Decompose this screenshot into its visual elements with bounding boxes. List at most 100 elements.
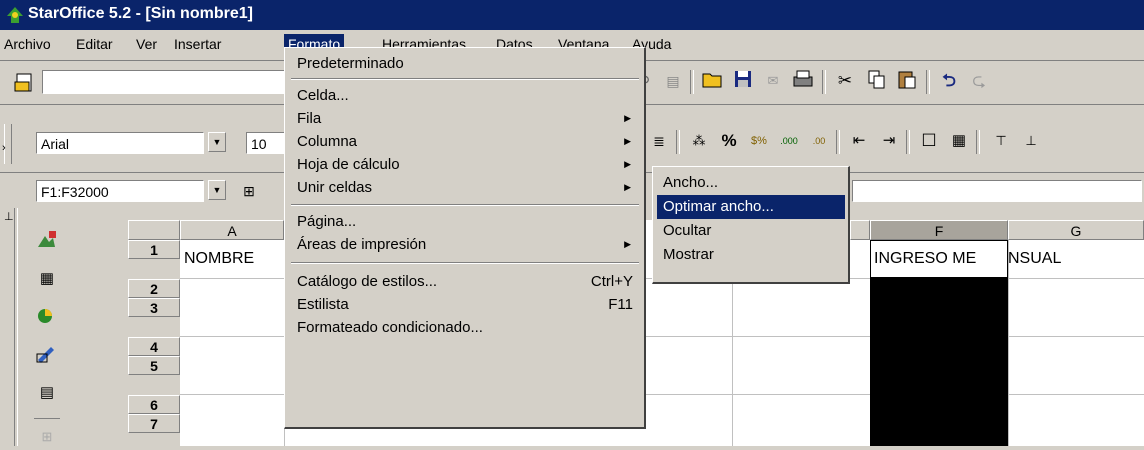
row-header-3[interactable]: 3 <box>128 298 180 317</box>
menu-item-formateado-condicionado[interactable]: Formateado condicionado... <box>289 316 641 339</box>
align-center-vertical-icon[interactable]: ⊥ <box>1018 128 1044 154</box>
window-title: StarOffice 5.2 - [Sin nombre1] <box>28 5 253 22</box>
row-header-1[interactable]: 1 <box>128 240 180 259</box>
save-icon[interactable] <box>730 68 756 94</box>
select-all-corner[interactable] <box>128 220 180 240</box>
staroffice-logo-icon <box>7 7 23 23</box>
url-input[interactable] <box>42 70 290 94</box>
menu-item-hoja-de-calculo[interactable]: Hoja de cálculo ▶ <box>289 153 641 176</box>
title-bar[interactable]: StarOffice 5.2 - [Sin nombre1] <box>0 0 1144 30</box>
menu-item-pagina[interactable]: Página... <box>289 210 641 233</box>
open-folder-icon[interactable] <box>700 68 726 94</box>
row-header-filler <box>128 375 180 395</box>
edit-file-icon[interactable]: ▤ <box>660 68 686 94</box>
expand-arrow-icon[interactable]: › <box>2 142 6 154</box>
row-header-2[interactable]: 2 <box>128 279 180 298</box>
name-box-input[interactable]: F1:F32000 <box>36 180 204 202</box>
cell-a1[interactable]: NOMBRE <box>184 250 254 268</box>
row-header-4[interactable]: 4 <box>128 337 180 356</box>
pin-icon[interactable]: ⊥ <box>4 210 14 223</box>
menu-separator <box>291 262 639 264</box>
form-functions-icon[interactable]: ▤ <box>34 380 60 406</box>
menu-item-predeterminado[interactable]: Predeterminado <box>289 52 641 75</box>
toolbar-separator <box>690 70 694 94</box>
menu-item-celda[interactable]: Celda... <box>289 84 641 107</box>
currency-format-icon[interactable]: ⁂ <box>686 128 712 154</box>
font-name-dropdown-button[interactable]: ▼ <box>208 132 226 152</box>
copy-icon[interactable] <box>864 68 890 94</box>
row-header-filler <box>128 317 180 337</box>
menu-archivo[interactable]: Archivo <box>0 34 55 54</box>
menu-editar[interactable]: Editar <box>72 34 117 54</box>
column-header-f[interactable]: F <box>870 220 1008 240</box>
borders-icon[interactable]: ☐ <box>916 128 942 154</box>
new-document-icon[interactable] <box>12 68 38 94</box>
show-draw-functions-icon[interactable] <box>34 342 60 368</box>
delete-decimal-icon[interactable]: .00 <box>806 128 832 154</box>
add-decimal-icon[interactable]: .000 <box>776 128 802 154</box>
menu-insertar[interactable]: Insertar <box>170 34 225 54</box>
background-color-icon[interactable]: ▦ <box>946 128 972 154</box>
menu-item-columna[interactable]: Columna ▶ <box>289 130 641 153</box>
navigator-toggle-icon[interactable]: ⊞ <box>236 178 262 204</box>
shortcut-label: Ctrl+Y <box>590 273 633 290</box>
name-box-dropdown-button[interactable]: ▼ <box>208 180 226 200</box>
font-name-input[interactable]: Arial <box>36 132 204 154</box>
row-header-5[interactable]: 5 <box>128 356 180 375</box>
decrease-indent-icon[interactable]: ⇤ <box>846 128 872 154</box>
row-header-filler <box>128 433 180 446</box>
toolbar-separator <box>926 70 930 94</box>
toolbar-separator <box>906 130 910 154</box>
column-header-a[interactable]: A <box>180 220 284 240</box>
undo-icon[interactable]: ⮌ <box>936 68 962 94</box>
submenu-item-optimar-ancho[interactable]: Optimar ancho... <box>657 195 845 219</box>
paste-icon[interactable] <box>894 68 920 94</box>
column-header-e[interactable] <box>850 220 870 240</box>
increase-indent-icon[interactable]: ⇥ <box>876 128 902 154</box>
side-toolbar-divider <box>14 208 18 446</box>
menu-separator <box>291 78 639 80</box>
menu-ver[interactable]: Ver <box>132 34 161 54</box>
row-header-filler <box>128 259 180 279</box>
shortcut-label: F11 <box>608 296 633 313</box>
submenu-item-mostrar[interactable]: Mostrar <box>657 243 845 267</box>
column-header-g[interactable]: G <box>1008 220 1144 240</box>
row-header-7[interactable]: 7 <box>128 414 180 433</box>
column-submenu: Ancho... Optimar ancho... Ocultar Mostra… <box>652 166 850 284</box>
redo-icon[interactable]: ⮎ <box>966 68 992 94</box>
menu-separator <box>291 204 639 206</box>
insert-icon[interactable] <box>34 228 60 254</box>
menu-item-estilista[interactable]: Estilista F11 <box>289 293 641 316</box>
menu-item-areas-de-impresion[interactable]: Áreas de impresión ▶ <box>289 233 641 256</box>
menu-item-unir-celdas[interactable]: Unir celdas ▶ <box>289 176 641 199</box>
toolbar-separator <box>836 130 840 154</box>
insert-object-icon[interactable] <box>34 304 60 330</box>
insert-cell-icon[interactable]: ▦ <box>34 266 60 292</box>
align-top-icon[interactable]: ⊤ <box>988 128 1014 154</box>
toolbar-separator <box>976 130 980 154</box>
toolbar-separator <box>676 130 680 154</box>
submenu-arrow-icon: ▶ <box>624 113 631 123</box>
grid-line <box>1008 240 1009 446</box>
standard-format-icon[interactable]: $% <box>746 128 772 154</box>
menu-item-fila[interactable]: Fila ▶ <box>289 107 641 130</box>
cell-f1[interactable]: INGRESO ME <box>874 250 1006 268</box>
menu-item-catalogo-de-estilos[interactable]: Catálogo de estilos... Ctrl+Y <box>289 270 641 293</box>
cut-icon[interactable]: ✂ <box>832 68 858 94</box>
font-size-input[interactable]: 10 <box>246 132 286 154</box>
mail-icon[interactable]: ✉ <box>760 68 786 94</box>
print-icon[interactable] <box>790 68 816 94</box>
submenu-arrow-icon: ▶ <box>624 159 631 169</box>
justify-icon[interactable]: ≣ <box>646 128 672 154</box>
submenu-item-ancho[interactable]: Ancho... <box>657 171 845 195</box>
cell-g1[interactable]: NSUAL <box>1008 250 1061 268</box>
submenu-item-ocultar[interactable]: Ocultar <box>657 219 845 243</box>
side-toolbar-separator <box>34 418 60 419</box>
toolbar-separator <box>822 70 826 94</box>
edit-autotext-icon[interactable]: ⊞ <box>34 424 60 450</box>
percent-format-icon[interactable]: % <box>716 128 742 154</box>
submenu-arrow-icon: ▶ <box>624 136 631 146</box>
submenu-arrow-icon: ▶ <box>624 182 631 192</box>
row-header-6[interactable]: 6 <box>128 395 180 414</box>
formula-input[interactable] <box>852 180 1142 202</box>
